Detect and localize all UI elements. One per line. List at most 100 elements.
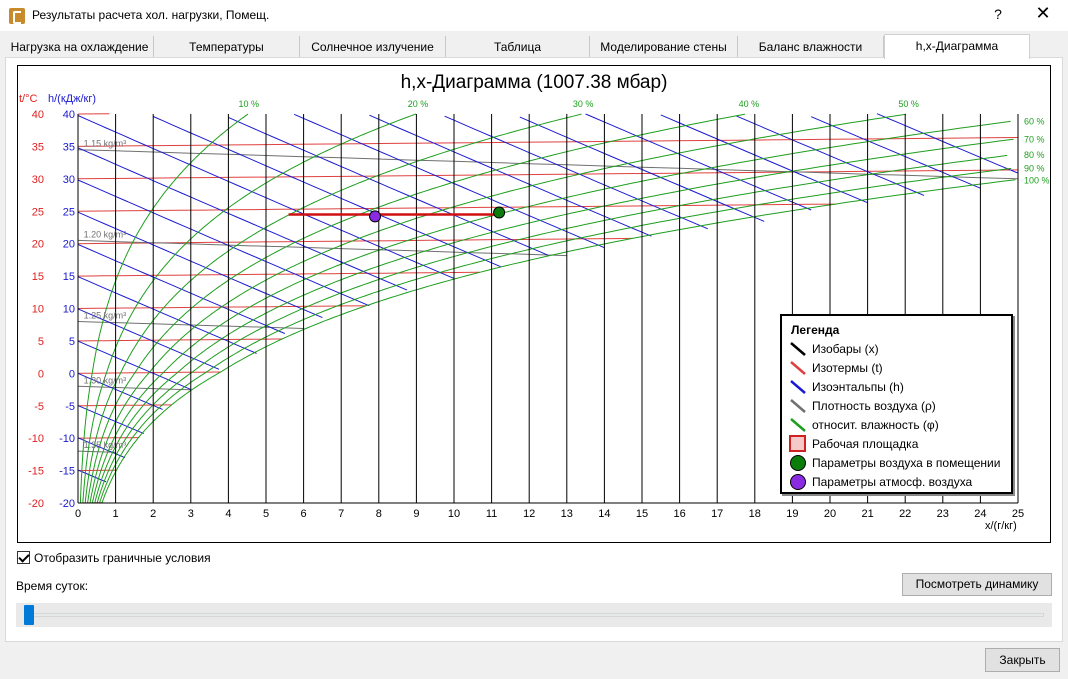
density-line xyxy=(77,385,191,391)
time-of-day-label: Время суток: xyxy=(16,579,89,593)
h-tick-label: 0 xyxy=(69,368,75,380)
legend-title: Легенда xyxy=(791,323,840,337)
isotherm-line xyxy=(77,203,836,212)
x-tick-label: 23 xyxy=(937,508,949,520)
legend-item-density: Плотность воздуха (ρ) xyxy=(788,397,1010,415)
legend-label: Плотность воздуха (ρ) xyxy=(812,399,936,413)
density-label: 1.15 kg/m³ xyxy=(84,139,127,149)
t-tick-label: 35 xyxy=(32,141,44,153)
h-tick-label: 5 xyxy=(69,336,75,348)
x-tick-label: 6 xyxy=(301,508,307,520)
t-tick-label: -5 xyxy=(34,401,44,413)
x-tick-label: 15 xyxy=(636,508,648,520)
legend-item-humidity: относит. влажность (φ) xyxy=(788,416,1010,434)
legend-label: Изоэнтальпы (h) xyxy=(812,380,904,394)
x-tick-label: 16 xyxy=(673,508,685,520)
black-line-icon xyxy=(790,342,806,356)
red-square-icon xyxy=(789,435,806,452)
h-tick-label: -20 xyxy=(59,498,75,510)
tab-solar-radiation[interactable]: Солнечное излучение xyxy=(300,36,446,58)
rh-label-top: 10 % xyxy=(238,99,259,109)
blue-line-icon xyxy=(790,380,806,394)
close-button[interactable]: Закрыть xyxy=(985,648,1060,672)
x-tick-label: 24 xyxy=(974,508,986,520)
view-dynamics-button[interactable]: Посмотреть динамику xyxy=(902,573,1052,596)
x-tick-label: 11 xyxy=(486,508,497,520)
t-tick-label: 5 xyxy=(38,336,44,348)
rh-label-top: 50 % xyxy=(898,99,919,109)
isenthalp-line xyxy=(77,147,408,291)
x-tick-label: 14 xyxy=(598,508,610,520)
isenthalp-line xyxy=(811,116,981,189)
humidity-line xyxy=(84,113,582,503)
h-tick-label: 10 xyxy=(63,304,75,316)
window-title: Результаты расчета хол. нагрузки, Помещ. xyxy=(32,8,270,22)
rh-label-top: 40 % xyxy=(739,99,760,109)
t-tick-label: -20 xyxy=(28,498,44,510)
h-tick-label: 40 xyxy=(63,109,75,121)
density-label: 1.30 kg/m³ xyxy=(84,375,127,385)
slider-groove xyxy=(24,613,1044,617)
density-label: 1.25 kg/m³ xyxy=(84,310,127,320)
legend-label: Параметры атмосф. воздуха xyxy=(812,475,973,489)
t-axis-label: t/°C xyxy=(19,93,38,105)
x-tick-label: 1 xyxy=(113,508,119,520)
legend-label: относит. влажность (φ) xyxy=(812,418,939,432)
red-line-icon xyxy=(790,361,806,375)
x-tick-label: 20 xyxy=(824,508,836,520)
tab-cooling-load[interactable]: Нагрузка на охлаждение xyxy=(6,36,154,58)
t-tick-label: 10 xyxy=(32,304,44,316)
time-of-day-slider[interactable] xyxy=(16,603,1052,627)
outdoor-air-point xyxy=(369,210,382,223)
x-tick-label: 4 xyxy=(225,508,231,520)
show-boundary-label: Отобразить граничные условия xyxy=(34,551,211,565)
isenthalp-line xyxy=(876,113,1019,174)
green-circle-icon xyxy=(790,455,806,471)
isenthalp-line xyxy=(585,113,812,211)
legend-item-working-area: Рабочая площадка xyxy=(788,435,1010,453)
tab-hx-diagram[interactable]: h,x-Диаграмма xyxy=(884,34,1030,59)
rh-label-top: 20 % xyxy=(408,99,429,109)
h-axis-label: h/(кДж/кг) xyxy=(48,93,96,105)
x-tick-label: 12 xyxy=(523,508,535,520)
legend-label: Рабочая площадка xyxy=(812,437,919,451)
h-tick-label: -15 xyxy=(59,466,75,478)
density-label: 1.35 kg/m³ xyxy=(84,440,127,450)
tab-wall-modeling[interactable]: Моделирование стены xyxy=(590,36,738,58)
purple-circle-icon xyxy=(790,474,806,490)
legend-label: Параметры воздуха в помещении xyxy=(812,456,1001,470)
x-tick-label: 7 xyxy=(338,508,344,520)
t-tick-label: 15 xyxy=(32,271,44,283)
show-boundary-checkbox[interactable] xyxy=(17,551,30,564)
rh-label-top: 30 % xyxy=(573,99,594,109)
t-tick-label: 0 xyxy=(38,368,44,380)
slider-thumb[interactable] xyxy=(24,605,34,625)
h-tick-label: -10 xyxy=(59,433,75,445)
hx-chart: h,x-Диаграмма (1007.38 мбар) t/°C h/(кДж… xyxy=(17,65,1051,543)
close-window-button[interactable]: ✕ xyxy=(1032,3,1054,24)
x-tick-label: 9 xyxy=(413,508,419,520)
chart-title: h,x-Диаграмма (1007.38 мбар) xyxy=(401,72,668,93)
tab-moisture-balance[interactable]: Баланс влажности xyxy=(738,36,884,58)
legend-item-isotherms: Изотермы (t) xyxy=(788,359,1010,377)
tab-table[interactable]: Таблица xyxy=(446,36,590,58)
help-button[interactable]: ? xyxy=(990,6,1006,22)
legend-item-isenthalps: Изоэнтальпы (h) xyxy=(788,378,1010,396)
rh-label-right: 90 % xyxy=(1024,163,1045,173)
t-tick-label: 30 xyxy=(32,174,44,186)
h-tick-label: 20 xyxy=(63,239,75,251)
tab-bar: Нагрузка на охлаждение Температуры Солне… xyxy=(0,34,1068,59)
t-tick-label: -10 xyxy=(28,433,44,445)
tab-temperatures[interactable]: Температуры xyxy=(154,36,300,58)
x-tick-label: 13 xyxy=(561,508,573,520)
t-tick-label: 25 xyxy=(32,206,44,218)
isenthalp-line xyxy=(77,405,144,435)
rh-label-right: 60 % xyxy=(1024,116,1045,126)
legend-item-outdoor-air: Параметры атмосф. воздуха xyxy=(788,473,1010,491)
t-tick-label: -15 xyxy=(28,466,44,478)
h-tick-label: 30 xyxy=(63,174,75,186)
density-label: 1.20 kg/m³ xyxy=(84,229,127,239)
x-tick-label: 8 xyxy=(376,508,382,520)
h-tick-label: 25 xyxy=(63,206,75,218)
x-tick-label: 17 xyxy=(711,508,723,520)
